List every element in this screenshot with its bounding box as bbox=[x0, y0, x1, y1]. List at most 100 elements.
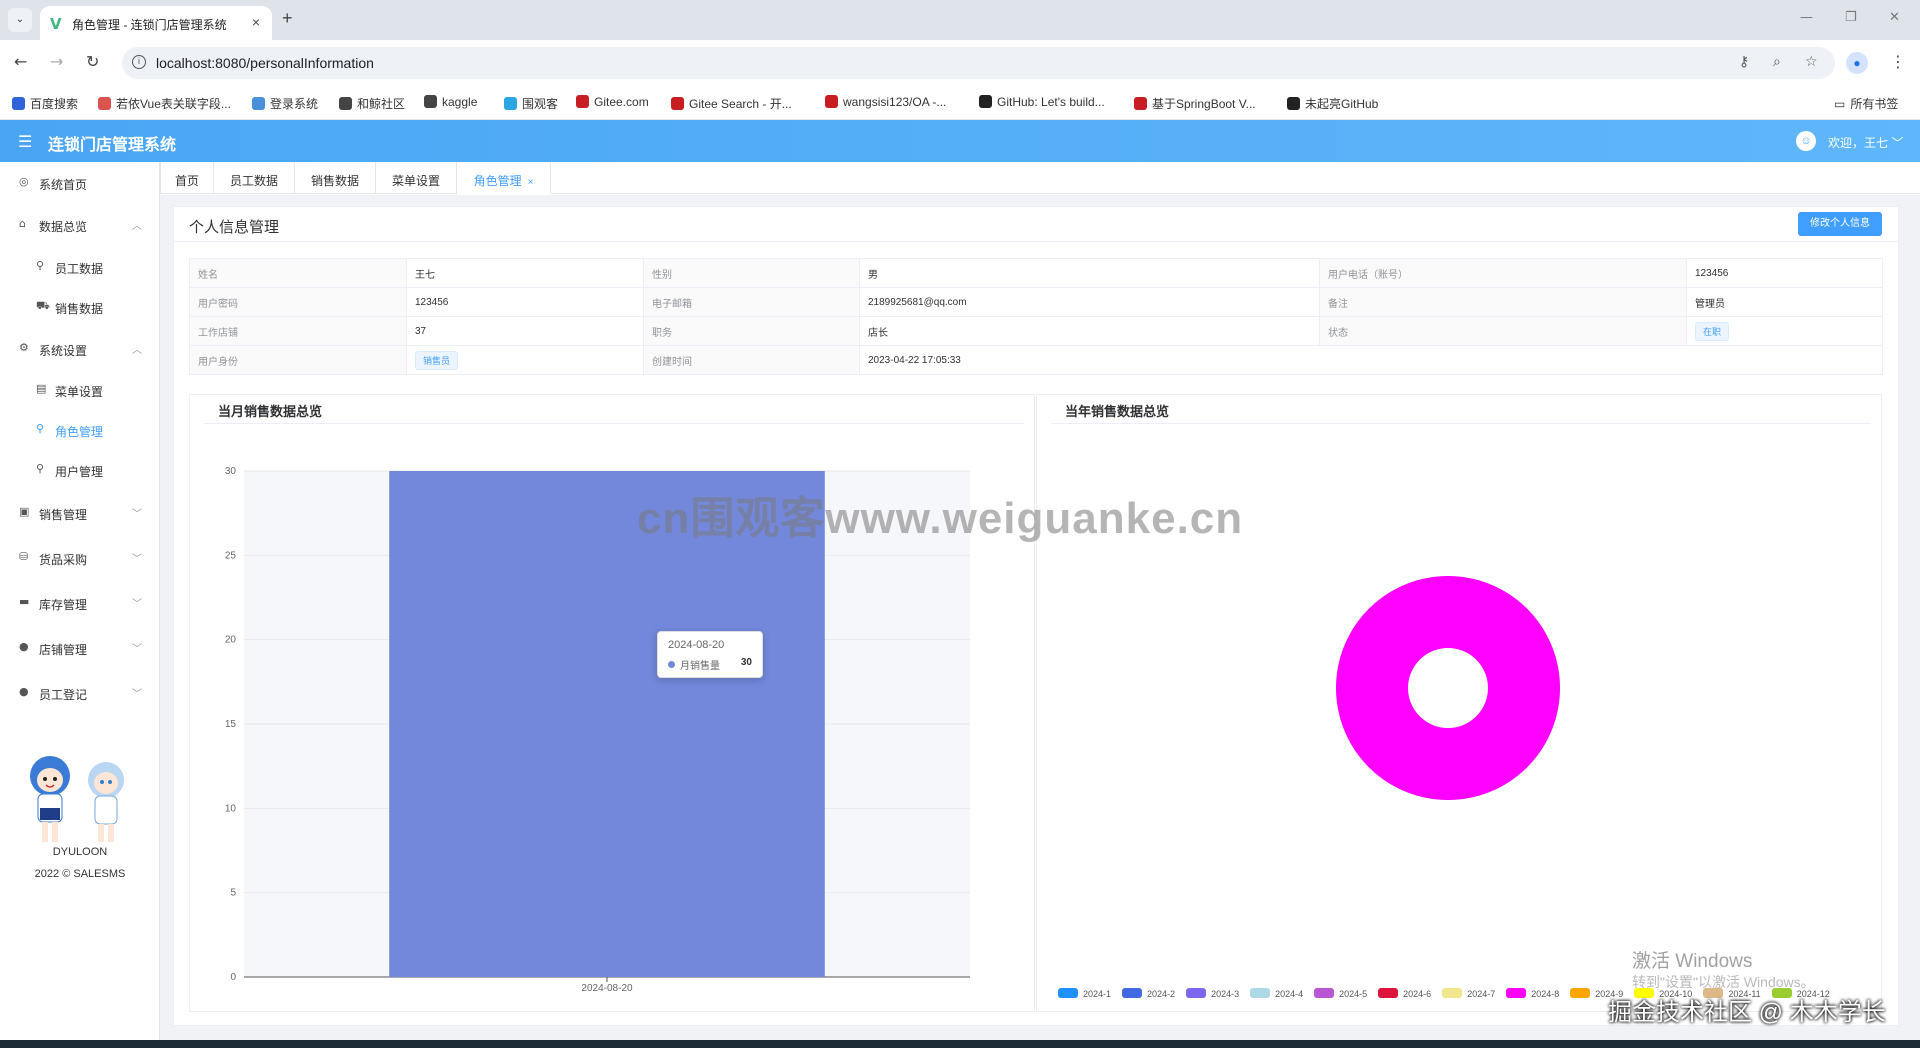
close-tab-icon[interactable]: × bbox=[528, 177, 534, 188]
tab-employee-data[interactable]: 员工数据 bbox=[214, 162, 295, 194]
user-icon: ● bbox=[19, 685, 29, 698]
tab-sales-data[interactable]: 销售数据 bbox=[295, 162, 376, 194]
label-store: 工作店铺 bbox=[189, 316, 407, 346]
bookmark-item[interactable]: 和鲸社区 bbox=[339, 95, 405, 112]
browser-tab[interactable]: V 角色管理 - 连锁门店管理系统 × bbox=[40, 6, 272, 40]
close-window-icon[interactable]: ✕ bbox=[1889, 10, 1900, 25]
user-icon: ● bbox=[19, 640, 29, 653]
legend-item[interactable]: 2024-6 bbox=[1378, 988, 1431, 999]
tab-role-management[interactable]: 角色管理 × bbox=[457, 162, 551, 194]
sidebar-item-data-overview[interactable]: ⌂ 数据总览 ︿ bbox=[0, 204, 160, 244]
bookmark-label: 围观客 bbox=[522, 97, 559, 111]
sidebar-item-label: 货品采购 bbox=[39, 553, 88, 567]
bookmark-item[interactable]: 围观客 bbox=[504, 95, 558, 112]
value-name: 王七 bbox=[406, 258, 644, 288]
sidebar-item-home[interactable]: ◎ 系统首页 bbox=[0, 162, 160, 202]
bookmark-item[interactable]: 基于SpringBoot V... bbox=[1134, 95, 1256, 112]
profile-avatar-icon[interactable]: ● bbox=[1846, 52, 1868, 74]
bookmark-item[interactable]: GitHub: Let's build... bbox=[979, 95, 1105, 109]
taskbar bbox=[0, 1040, 1920, 1048]
zoom-icon[interactable]: ⌕ bbox=[1773, 54, 1781, 70]
app-header: ☰ 连锁门店管理系统 ☺ 欢迎，王七 ﹀ bbox=[0, 120, 1920, 162]
legend-item[interactable]: 2024-1 bbox=[1058, 988, 1111, 999]
bookmark-item[interactable]: Gitee Search - 开... bbox=[671, 95, 792, 112]
legend-label: 2024-3 bbox=[1211, 989, 1240, 999]
all-bookmarks[interactable]: ▭ 所有书签 bbox=[1834, 95, 1898, 112]
sidebar-item-purchasing[interactable]: ⛁ 货品采购 ﹀ bbox=[0, 537, 160, 577]
tab-label: 菜单设置 bbox=[391, 174, 440, 188]
label-gender: 性别 bbox=[643, 258, 860, 288]
bookmark-item[interactable]: 未起亮GitHub bbox=[1287, 95, 1378, 112]
sidebar-item-label: 菜单设置 bbox=[55, 385, 104, 399]
sidebar-item-label: 销售管理 bbox=[39, 508, 88, 522]
legend-item[interactable]: 2024-5 bbox=[1314, 988, 1367, 999]
back-icon[interactable]: ← bbox=[14, 52, 27, 71]
address-bar[interactable]: i localhost:8080/personalInformation ⚷ ⌕… bbox=[122, 47, 1835, 79]
sidebar-item-employee-data[interactable]: ⚲ 员工数据 bbox=[0, 246, 160, 286]
restore-icon[interactable]: ❐ bbox=[1845, 10, 1857, 25]
bookmark-favicon-icon bbox=[98, 97, 111, 110]
tab-search-dropdown-icon[interactable]: ⌄ bbox=[8, 8, 32, 32]
bookmark-item[interactable]: 若依Vue表关联字段... bbox=[98, 95, 231, 112]
welcome-dropdown[interactable]: 欢迎，王七 ﹀ bbox=[1828, 134, 1903, 151]
sidebar-item-menu-settings[interactable]: ▤ 菜单设置 bbox=[0, 369, 160, 409]
user-avatar-icon[interactable]: ☺ bbox=[1796, 131, 1816, 151]
value-remark: 管理员 bbox=[1686, 287, 1883, 317]
bookmark-favicon-icon bbox=[252, 97, 265, 110]
bookmark-label: 若依Vue表关联字段... bbox=[116, 97, 231, 111]
tab-menu-settings[interactable]: 菜单设置 bbox=[376, 162, 457, 194]
legend-item[interactable]: 2024-2 bbox=[1122, 988, 1175, 999]
bookmark-item[interactable]: Gitee.com bbox=[576, 95, 649, 109]
value-status-cell: 在职 bbox=[1686, 316, 1883, 346]
legend-label: 2024-8 bbox=[1531, 989, 1560, 999]
menu-toggle-icon[interactable]: ☰ bbox=[18, 132, 32, 151]
reload-icon[interactable]: ↻ bbox=[86, 52, 99, 71]
tooltip-series-dot bbox=[668, 661, 675, 668]
bookmark-item[interactable]: kaggle bbox=[424, 95, 477, 109]
legend-item[interactable]: 2024-8 bbox=[1506, 988, 1559, 999]
new-tab-button[interactable]: + bbox=[282, 8, 293, 29]
bookmark-star-icon[interactable]: ☆ bbox=[1805, 54, 1818, 70]
user-icon: ⚲ bbox=[36, 422, 45, 435]
label-phone: 用户电话（账号） bbox=[1319, 258, 1687, 288]
bookmark-item[interactable]: 登录系统 bbox=[252, 95, 318, 112]
site-info-icon[interactable]: i bbox=[132, 55, 146, 69]
sidebar-item-role-management[interactable]: ⚲ 角色管理 bbox=[0, 409, 160, 449]
sidebar-item-label: 店铺管理 bbox=[39, 643, 88, 657]
bookmark-label: 未起亮GitHub bbox=[1305, 97, 1379, 111]
tab-home[interactable]: 首页 bbox=[160, 162, 214, 194]
address-url[interactable]: localhost:8080/personalInformation bbox=[156, 55, 374, 71]
app-title: 连锁门店管理系统 bbox=[48, 137, 177, 154]
forward-icon[interactable]: → bbox=[50, 52, 63, 71]
monthly-chart-title: 当月销售数据总览 bbox=[218, 404, 323, 419]
welcome-text: 欢迎，王七 bbox=[1828, 136, 1889, 150]
label-remark: 备注 bbox=[1319, 287, 1687, 317]
sidebar-item-label: 库存管理 bbox=[39, 598, 88, 612]
bookmark-item[interactable]: 百度搜索 bbox=[12, 95, 78, 112]
password-key-icon[interactable]: ⚷ bbox=[1739, 54, 1749, 70]
sidebar-item-system-settings[interactable]: ⚙ 系统设置 ︿ bbox=[0, 328, 160, 368]
edit-profile-button[interactable]: 修改个人信息 bbox=[1798, 212, 1882, 236]
sidebar-item-store-management[interactable]: ● 店铺管理 ﹀ bbox=[0, 627, 160, 667]
sidebar-item-sales-management[interactable]: ▣ 销售管理 ﹀ bbox=[0, 492, 160, 532]
legend-item[interactable]: 2024-4 bbox=[1250, 988, 1303, 999]
bookmark-favicon-icon bbox=[424, 95, 437, 108]
tooltip-series-name: 月销售量 bbox=[680, 661, 720, 672]
bookmark-favicon-icon bbox=[504, 97, 517, 110]
legend-item[interactable]: 2024-3 bbox=[1186, 988, 1239, 999]
truck-icon: ⛟ bbox=[36, 299, 50, 312]
close-tab-icon[interactable]: × bbox=[252, 14, 260, 30]
sidebar-item-inventory[interactable]: ▬ 库存管理 ﹀ bbox=[0, 582, 160, 622]
legend-item[interactable]: 2024-7 bbox=[1442, 988, 1495, 999]
browser-tab-title: 角色管理 - 连锁门店管理系统 bbox=[72, 18, 227, 32]
bookmark-label: 百度搜索 bbox=[30, 97, 79, 111]
sidebar-item-sales-data[interactable]: ⛟ 销售数据 bbox=[0, 286, 160, 326]
bookmark-item[interactable]: wangsisi123/OA -... bbox=[825, 95, 946, 109]
home-icon: ◎ bbox=[19, 175, 29, 188]
sidebar-item-user-management[interactable]: ⚲ 用户管理 bbox=[0, 449, 160, 489]
label-status: 状态 bbox=[1319, 316, 1687, 346]
sidebar-item-label: 系统首页 bbox=[39, 178, 88, 192]
browser-menu-icon[interactable]: ⋮ bbox=[1890, 52, 1906, 72]
sidebar-item-employee-registration[interactable]: ● 员工登记 ﹀ bbox=[0, 672, 160, 712]
minimize-icon[interactable]: — bbox=[1800, 10, 1813, 25]
